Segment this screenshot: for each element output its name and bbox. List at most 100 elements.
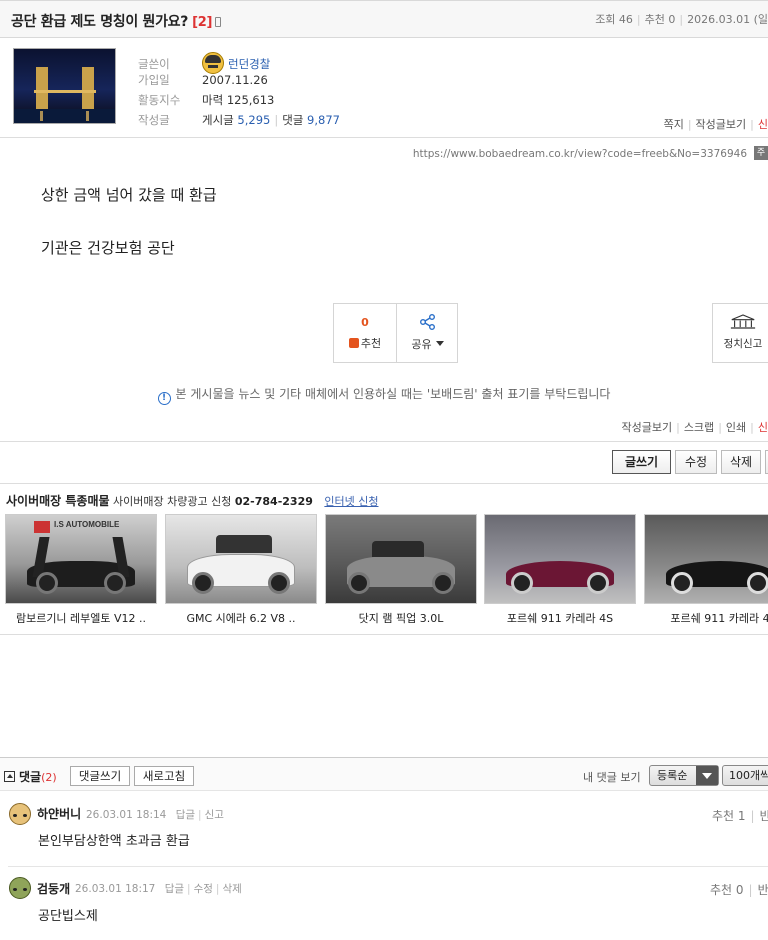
divider [0, 483, 768, 484]
edit-button[interactable]: 수정 [675, 450, 717, 474]
car-image[interactable] [165, 514, 317, 604]
post-date: 2026.03.01 (일 [687, 13, 768, 26]
car-caption[interactable]: GMC 시에라 6.2 V8 .. [165, 610, 317, 626]
author-panel: 글쓴이 런던경찰 가입일 2007.11.26 활동지수 마력 125,613 작성글… [0, 38, 768, 138]
comment-vote: 추천 0 | 반 [710, 883, 768, 897]
post-url[interactable]: https://www.bobaedream.co.kr/view?code=f… [413, 148, 747, 160]
joined-label: 가입일 [138, 73, 170, 87]
mobile-icon [215, 17, 222, 27]
comments-title[interactable]: 댓글(2) [4, 768, 57, 785]
activity-value: 마력 125,613 [202, 93, 275, 107]
comment-text: 본인부담상한액 초과금 환급 [38, 834, 190, 849]
sort-select-value: 등록순 [657, 769, 688, 782]
car-caption[interactable]: 포르쉐 911 카레라 4S [484, 610, 636, 626]
per-page-select[interactable]: 100개씩 [722, 765, 768, 786]
share-icon [419, 314, 435, 330]
comment-meta: 26.03.01 18:17 답글 | 수정 | 삭제 [75, 883, 242, 895]
car-image[interactable] [325, 514, 477, 604]
write-button[interactable]: 글쓰기 [612, 450, 671, 474]
author-nickname[interactable]: 런던경찰 [228, 57, 270, 71]
post-body-line-2: 기관은 건강보험 공단 [41, 239, 175, 257]
cyber-phone: 02-784-2329 [234, 495, 313, 508]
divider [0, 441, 768, 442]
comments-count: (2) [41, 771, 57, 784]
my-comments-link[interactable]: 내 댓글 보기 [583, 769, 641, 785]
comment-recommend[interactable]: 추천 0 [710, 883, 744, 897]
thumbs-up-icon [348, 338, 359, 348]
posts-count[interactable]: 5,295 [237, 113, 270, 127]
tool-report[interactable]: 신 [758, 421, 768, 434]
write-comment-button[interactable]: 댓글쓰기 [70, 766, 130, 786]
reply-link[interactable]: 답글 [165, 883, 184, 895]
car-listing[interactable]: 포르쉐 911 카레라 4S [484, 514, 636, 626]
replies-count[interactable]: 9,877 [307, 113, 340, 127]
car-image[interactable]: I.S AUTOMOBILE [5, 514, 157, 604]
divider [0, 634, 768, 635]
posts-label: 작성글 [138, 113, 170, 127]
comment-item: 검둥개 26.03.01 18:17 답글 | 수정 | 삭제 추천 0 | 반 공단빕스제 [0, 867, 768, 940]
comments-bar: 댓글(2) 댓글쓰기 새로고침 내 댓글 보기 등록순 100개씩 [0, 757, 768, 791]
joined-date: 2007.11.26 [202, 73, 268, 87]
reply-link[interactable]: 답글 [176, 809, 195, 821]
tool-scrap[interactable]: 스크랩 [684, 421, 714, 434]
post-tools: 작성글보기 | 스크랩 | 인쇄 | 신 [621, 421, 768, 434]
car-caption[interactable]: 람보르기니 레부엘토 V12 .. [5, 610, 157, 626]
comment-datetime: 26.03.01 18:14 [86, 809, 167, 821]
commenter-name[interactable]: 검둥개 [37, 880, 70, 897]
car-listing[interactable]: GMC 시에라 6.2 V8 .. [165, 514, 317, 626]
dropdown-arrow-icon [696, 766, 718, 785]
activity-label: 활동지수 [138, 93, 181, 107]
post-title: 공단 환급 제도 명칭이 뭔가요? [2] [11, 11, 222, 31]
title-comment-count[interactable]: [2] [192, 15, 212, 30]
delete-link[interactable]: 삭제 [222, 883, 241, 895]
car-listing[interactable]: 포르쉐 911 카레라 4 [644, 514, 768, 626]
car-image[interactable] [484, 514, 636, 604]
sort-select[interactable]: 등록순 [649, 765, 719, 786]
report-link[interactable]: 신고 [205, 809, 224, 821]
citation-notice-text: 본 게시물을 뉴스 및 기타 매체에서 인용하실 때는 '보배드림' 출처 표기… [175, 387, 611, 401]
share-button[interactable]: 공유 [396, 304, 458, 362]
cyber-store-header: 사이버매장 특종매물 사이버매장 차량광고 신청 02-784-2329 인터넷… [6, 492, 378, 509]
recommend-button[interactable]: 0 추천 [334, 304, 396, 362]
car-listing[interactable]: 닷지 램 픽업 3.0L [325, 514, 477, 626]
comment-text: 공단빕스제 [38, 909, 98, 924]
comment-recommend[interactable]: 추천 1 [712, 809, 746, 823]
report-author-link[interactable]: 신 [758, 118, 768, 131]
car-caption[interactable]: 포르쉐 911 카레라 4 [644, 610, 768, 626]
comment-oppose[interactable]: 반 [760, 809, 768, 823]
delete-button[interactable]: 삭제 [721, 450, 761, 474]
author-posts-row: 작성글 게시글 5,295 | 댓글 9,877 [138, 113, 340, 127]
building-icon [730, 314, 756, 329]
author-posts-link[interactable]: 작성글보기 [696, 118, 747, 131]
collapse-icon[interactable] [4, 771, 15, 782]
online-apply-link[interactable]: 인터넷 신청 [324, 495, 378, 508]
car-image[interactable] [644, 514, 768, 604]
commenter-avatar [9, 877, 31, 899]
post-meta: 조회 46 | 추천 0 | 2026.03.01 (일 [595, 13, 768, 26]
info-icon: ! [157, 392, 171, 405]
author-profile-photo[interactable] [13, 48, 116, 124]
recommend-button-count: 0 [361, 316, 369, 329]
car-caption[interactable]: 닷지 램 픽업 3.0L [325, 610, 477, 626]
commenter-name[interactable]: 하얀버니 [37, 805, 81, 822]
chevron-down-icon [435, 341, 444, 346]
refresh-button[interactable]: 새로고침 [134, 766, 194, 786]
comment-vote: 추천 1 | 반 [712, 807, 768, 824]
tool-print[interactable]: 인쇄 [726, 421, 746, 434]
tool-author-posts[interactable]: 작성글보기 [621, 421, 672, 434]
post-body-line-1: 상한 금액 넘어 갔을 때 환급 [41, 186, 217, 204]
comment-meta: 26.03.01 18:14 답글 | 신고 [86, 809, 224, 821]
comment-datetime: 26.03.01 18:17 [75, 883, 156, 895]
citation-notice: ! 본 게시물을 뉴스 및 기타 매체에서 인용하실 때는 '보배드림' 출처 표… [0, 385, 768, 405]
message-link[interactable]: 쪽지 [664, 118, 684, 131]
recommend-share-box: 0 추천 공유 [333, 303, 458, 363]
political-report-button[interactable]: 정치신고 [712, 303, 768, 363]
author-links: 쪽지 | 작성글보기 | 신 [663, 118, 768, 131]
views-count: 조회 46 [595, 13, 633, 26]
car-listing[interactable]: I.S AUTOMOBILE 람보르기니 레부엘토 V12 .. [5, 514, 157, 626]
share-button-label: 공유 [411, 338, 432, 351]
edit-link[interactable]: 수정 [194, 883, 213, 895]
author-level-icon [202, 52, 224, 74]
url-copy-button[interactable]: 주 [754, 146, 768, 160]
comment-oppose[interactable]: 반 [758, 883, 768, 897]
